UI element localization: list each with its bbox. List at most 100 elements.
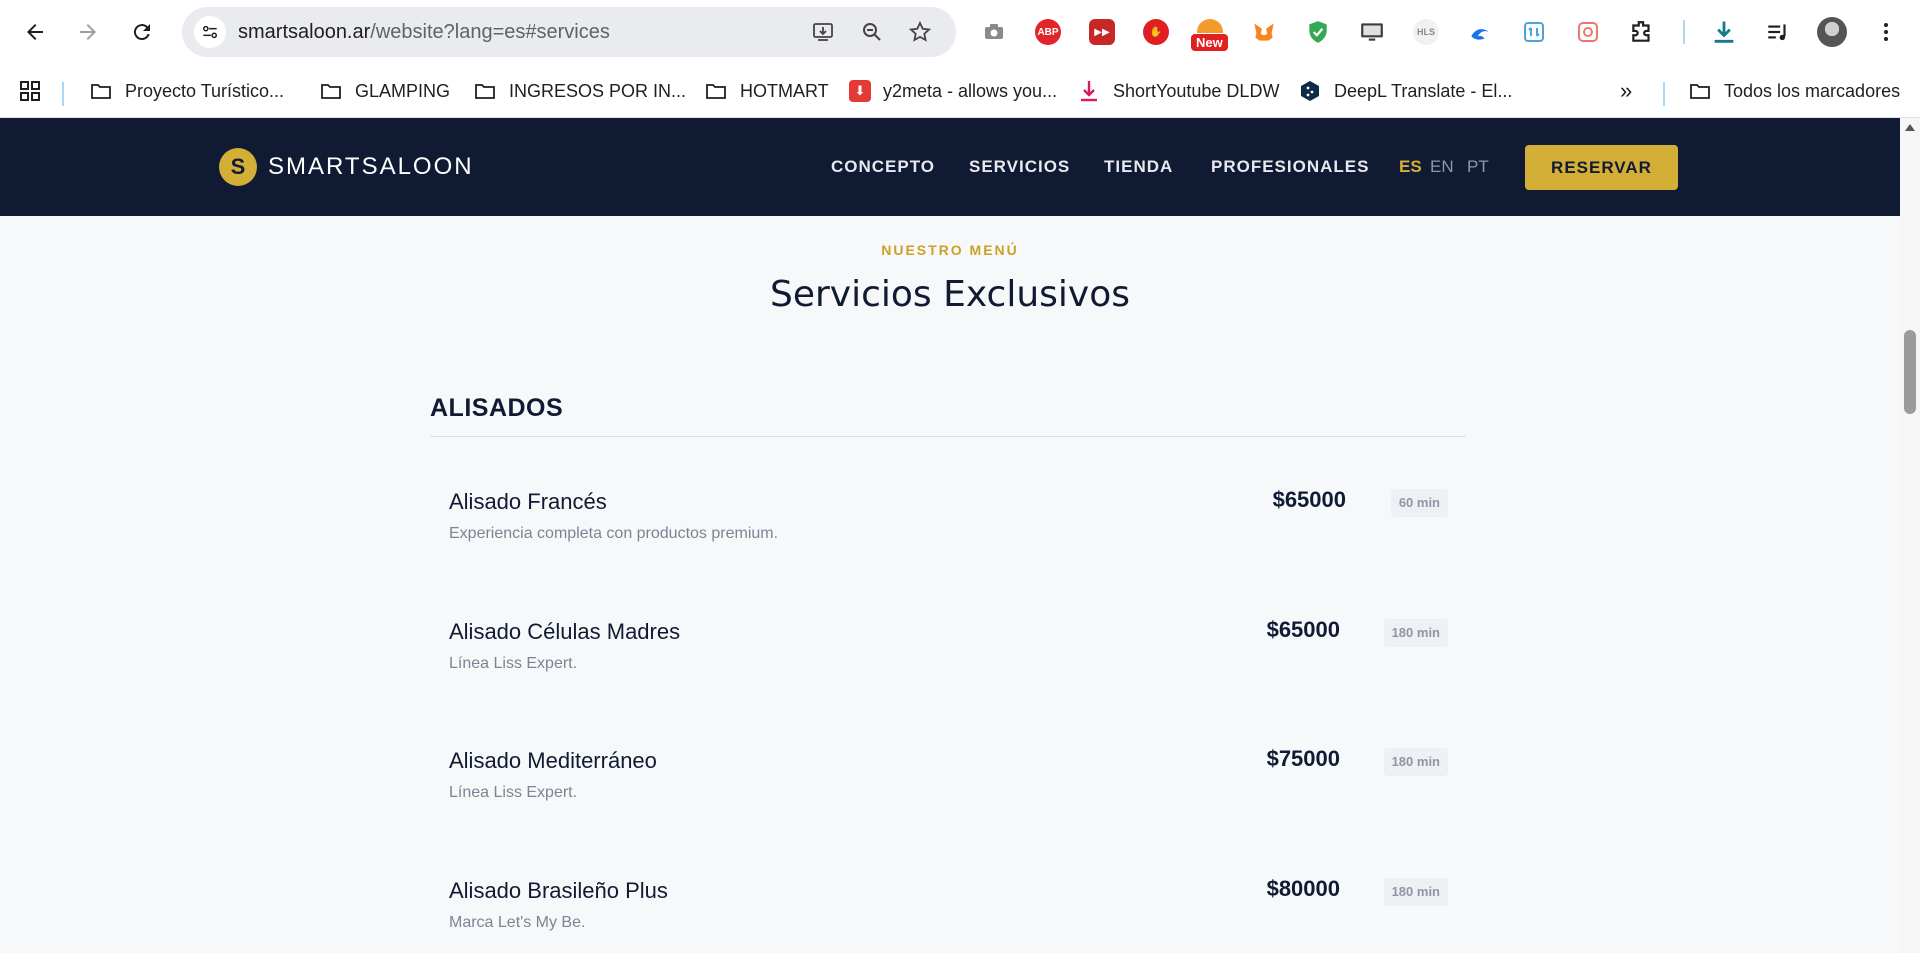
folder-icon [1690,84,1710,99]
service-description: Línea Liss Expert. [449,655,578,672]
media-skip-icon[interactable]: ▶▶ [1086,16,1118,48]
service-price: $65000 [1266,617,1340,642]
bookmark-label: GLAMPING [355,80,451,101]
forward-button[interactable] [68,12,108,52]
service-price: $75000 [1266,746,1340,771]
download-arrow-icon [1081,81,1097,102]
hls-icon[interactable]: HLS [1410,16,1442,48]
bookmark-label: HOTMART [740,80,829,101]
folder-icon [706,84,726,99]
deepl-icon [1301,81,1319,101]
lang-en[interactable]: EN [1430,154,1454,180]
nav-concepto[interactable]: CONCEPTO [831,154,935,180]
service-item[interactable]: Alisado Células Madres Línea Liss Expert… [430,617,1466,729]
bookmark-label: Todos los marcadores [1724,80,1901,101]
service-duration-badge: 180 min [1383,619,1448,647]
swirl-icon[interactable] [1464,16,1496,48]
all-bookmarks-folder[interactable]: Todos los marcadores [1688,76,1900,106]
menu-kebab-icon[interactable] [1870,16,1902,48]
back-button[interactable] [15,12,55,52]
service-item[interactable]: Alisado Mediterráneo Línea Liss Expert. … [430,746,1466,858]
media-controls-icon[interactable] [1762,16,1794,48]
lang-pt[interactable]: PT [1467,154,1489,180]
service-name: Alisado Brasileño Plus [449,878,668,903]
scrollbar-thumb[interactable] [1904,330,1916,414]
stop-hand-icon[interactable]: ✋ [1140,16,1172,48]
lang-es[interactable]: ES [1399,154,1422,180]
new-badge: New [1190,33,1229,52]
site-header: S SMARTSALOON CONCEPTO SERVICIOS TIENDA … [0,118,1900,216]
reserve-button[interactable]: RESERVAR [1525,145,1678,190]
browser-toolbar: smartsaloon.ar/website?lang=es#services … [0,0,1920,64]
url-host: smartsaloon.ar [238,21,371,43]
bookmark-folder[interactable]: GLAMPING [319,76,450,106]
service-name: Alisado Mediterráneo [449,748,657,773]
bookmark-label: DeepL Translate - El... [1334,80,1513,101]
service-description: Línea Liss Expert. [449,784,578,801]
site-info-icon[interactable] [194,16,226,48]
bookmark-separator [62,82,64,106]
metamask-icon[interactable] [1248,16,1280,48]
service-duration-badge: 180 min [1383,878,1448,906]
bookmarks-bar: Proyecto Turístico... GLAMPING INGRESOS … [0,64,1920,118]
toolbar-separator [1683,20,1685,44]
bookmark-label: INGRESOS POR IN... [509,80,687,101]
section-eyebrow: NUESTRO MENÚ [881,242,1019,258]
service-name: Alisado Francés [449,489,607,514]
shield-check-icon[interactable] [1302,16,1334,48]
url-text[interactable]: smartsaloon.ar/website?lang=es#services [238,7,610,57]
camera-extension-icon[interactable] [978,16,1010,48]
extensions-puzzle-icon[interactable] [1626,16,1658,48]
zoom-icon[interactable] [859,19,885,45]
y2meta-favicon-icon: ⬇ [849,80,871,102]
bookmark-separator [1663,82,1665,106]
service-price: $65000 [1272,487,1346,512]
bookmark-label: ShortYoutube DLDW [1113,80,1280,101]
logo-mark[interactable]: S [219,148,257,186]
bookmark-label: y2meta - allows you... [883,80,1058,101]
category-heading: ALISADOS [430,394,564,422]
profile-avatar-icon[interactable] [1816,16,1848,48]
service-name: Alisado Células Madres [449,619,681,644]
bookmark-site[interactable]: ShortYoutube DLDW [1077,76,1279,106]
page-viewport: S SMARTSALOON CONCEPTO SERVICIOS TIENDA … [0,118,1900,953]
bookmark-star-icon[interactable] [907,19,933,45]
service-item[interactable]: Alisado Brasileño Plus Marca Let's My Be… [430,876,1466,953]
service-duration-badge: 180 min [1383,748,1448,776]
bookmark-site[interactable]: ⬇ y2meta - allows you... [849,76,1057,106]
sync-icon[interactable] [1518,16,1550,48]
bookmark-folder[interactable]: HOTMART [704,76,829,106]
page-scrollbar[interactable] [1900,118,1920,953]
section-title: Servicios Exclusivos [770,274,1130,315]
scroll-up-arrow-icon[interactable] [1905,124,1915,131]
nav-tienda[interactable]: TIENDA [1104,154,1173,180]
category-divider [430,436,1466,437]
install-app-icon[interactable] [810,19,836,45]
folder-icon [475,84,495,99]
download-icon[interactable] [1708,16,1740,48]
monitor-icon[interactable] [1356,16,1388,48]
service-description: Experiencia completa con productos premi… [449,525,779,542]
adblock-plus-icon[interactable]: ABP [1032,16,1064,48]
service-duration-badge: 60 min [1390,489,1448,517]
more-bookmarks-chevron-icon[interactable]: » [1620,76,1632,106]
nav-profesionales[interactable]: PROFESIONALES [1211,154,1369,180]
service-item[interactable]: Alisado Francés Experiencia completa con… [430,487,1466,599]
service-price: $80000 [1266,876,1340,901]
reload-button[interactable] [122,12,162,52]
url-path: /website?lang=es#services [370,21,610,43]
bookmark-label: Proyecto Turístico... [125,80,285,101]
address-bar[interactable]: smartsaloon.ar/website?lang=es#services [182,7,956,57]
bookmark-folder[interactable]: INGRESOS POR IN... [473,76,686,106]
logo-text[interactable]: SMARTSALOON [268,148,474,186]
arrow-left-icon [27,24,43,40]
bookmark-site[interactable]: DeepL Translate - El... [1298,76,1512,106]
reload-icon [133,24,150,41]
search-gradient-icon[interactable] [1572,16,1604,48]
bookmark-folder[interactable]: Proyecto Turístico... [89,76,284,106]
apps-grid-icon[interactable] [18,76,42,106]
arrow-right-icon [80,24,96,40]
nav-servicios[interactable]: SERVICIOS [969,154,1070,180]
folder-icon [321,84,341,99]
service-description: Marca Let's My Be. [449,914,586,931]
